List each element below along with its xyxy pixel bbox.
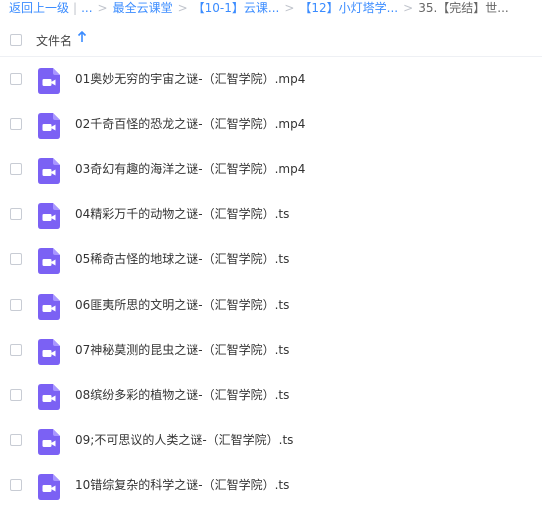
breadcrumb-current: 35.【完结】世... — [418, 1, 509, 15]
file-row-checkbox[interactable] — [10, 433, 22, 446]
video-file-icon — [38, 293, 60, 320]
select-all-checkbox[interactable] — [10, 34, 22, 46]
sort-ascending-icon[interactable] — [77, 31, 87, 43]
file-row-checkbox[interactable] — [10, 73, 22, 85]
file-name[interactable]: 06匪夷所思的文明之谜-（汇智学院）.ts — [75, 297, 289, 313]
file-row-checkbox[interactable] — [10, 118, 22, 131]
breadcrumb-item-3[interactable]: 【12】小灯塔学... — [299, 1, 398, 15]
file-row[interactable]: 02千奇百怪的恐龙之谜-（汇智学院）.mp4 — [0, 102, 542, 147]
file-row[interactable]: 10错综复杂的科学之谜-（汇智学院）.ts — [0, 463, 542, 508]
breadcrumb-divider: | — [73, 1, 78, 15]
video-file-icon — [38, 428, 60, 455]
file-row[interactable]: 01奥妙无穷的宇宙之谜-（汇智学院）.mp4 — [0, 57, 542, 102]
file-name[interactable]: 02千奇百怪的恐龙之谜-（汇智学院）.mp4 — [75, 116, 305, 132]
file-row[interactable]: 09;不可思议的人类之谜-（汇智学院）.ts — [0, 418, 542, 463]
video-file-icon — [38, 203, 60, 230]
breadcrumb: 返回上一级 |... > 最全云课堂 > 【10-1】云课... > 【12】小灯塔学... >… — [9, 0, 509, 16]
file-row-checkbox[interactable] — [10, 343, 22, 356]
file-row[interactable]: 06匪夷所思的文明之谜-（汇智学院）.ts — [0, 283, 542, 328]
video-file-icon — [38, 383, 60, 410]
file-row[interactable]: 04精彩万千的动物之谜-（汇智学院）.ts — [0, 192, 542, 237]
breadcrumb-separator: > — [97, 1, 108, 15]
file-row[interactable]: 05稀奇古怪的地球之谜-（汇智学院）.ts — [0, 237, 542, 282]
breadcrumb-ellipsis[interactable]: ... — [81, 1, 92, 15]
file-name[interactable]: 07神秘莫测的昆虫之谜-（汇智学院）.ts — [75, 342, 289, 358]
column-header-filename[interactable]: 文件名 — [36, 32, 72, 49]
file-row-checkbox[interactable] — [10, 298, 22, 311]
video-file-icon — [38, 68, 60, 94]
file-row[interactable]: 03奇幻有趣的海洋之谜-（汇智学院）.mp4 — [0, 147, 542, 192]
breadcrumb-item-1[interactable]: 最全云课堂 — [113, 1, 173, 15]
file-name[interactable]: 03奇幻有趣的海洋之谜-（汇智学院）.mp4 — [75, 161, 305, 177]
breadcrumb-item-2[interactable]: 【10-1】云课... — [193, 1, 280, 15]
file-row[interactable]: 07神秘莫测的昆虫之谜-（汇智学院）.ts — [0, 328, 542, 373]
video-file-icon — [38, 113, 60, 140]
file-name[interactable]: 05稀奇古怪的地球之谜-（汇智学院）.ts — [75, 251, 289, 267]
breadcrumb-separator: > — [177, 1, 188, 15]
file-name[interactable]: 04精彩万千的动物之谜-（汇智学院）.ts — [75, 206, 289, 222]
breadcrumb-separator: > — [284, 1, 295, 15]
file-name[interactable]: 10错综复杂的科学之谜-（汇智学院）.ts — [75, 477, 289, 493]
breadcrumb-separator: > — [403, 1, 414, 15]
video-file-icon — [38, 248, 60, 275]
file-row-checkbox[interactable] — [10, 388, 22, 401]
file-row-checkbox[interactable] — [10, 163, 22, 176]
file-row-checkbox[interactable] — [10, 208, 22, 221]
video-file-icon — [38, 158, 60, 185]
file-name[interactable]: 01奥妙无穷的宇宙之谜-（汇智学院）.mp4 — [75, 71, 305, 87]
file-name[interactable]: 09;不可思议的人类之谜-（汇智学院）.ts — [75, 432, 293, 448]
file-row-checkbox[interactable] — [10, 478, 22, 491]
file-row[interactable]: 08缤纷多彩的植物之谜-（汇智学院）.ts — [0, 373, 542, 418]
file-row-checkbox[interactable] — [10, 253, 22, 266]
video-file-icon — [38, 338, 60, 365]
back-link[interactable]: 返回上一级 — [9, 1, 69, 15]
video-file-icon — [38, 473, 60, 500]
file-name[interactable]: 08缤纷多彩的植物之谜-（汇智学院）.ts — [75, 387, 289, 403]
file-list-header: 文件名 — [0, 24, 542, 57]
